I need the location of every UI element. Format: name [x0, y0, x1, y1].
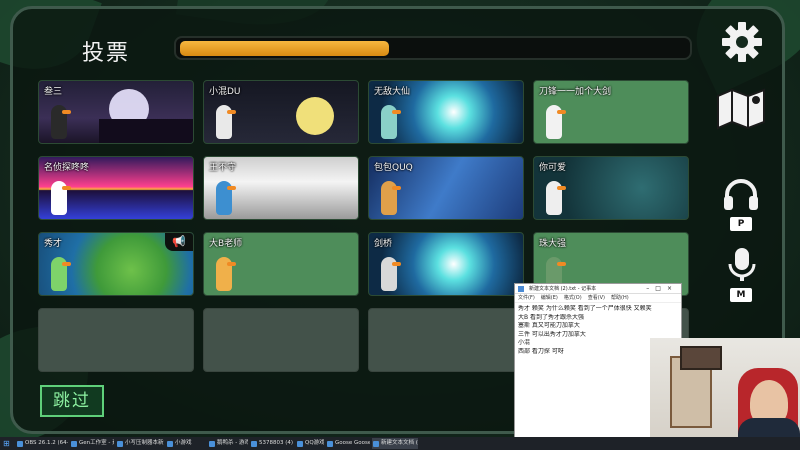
goose-character — [51, 181, 71, 215]
taskbar-app-button[interactable]: OBS 26.1.2 (64-bit... — [16, 438, 68, 449]
push-to-talk-button[interactable] — [722, 178, 760, 216]
player-avatar — [45, 251, 77, 293]
taskbar-app-button[interactable]: 小游戏 — [166, 438, 206, 449]
notepad-text-line: 大B 看到了秀才跟杀大强 — [518, 313, 585, 321]
start-button[interactable]: ⊞ — [3, 439, 12, 448]
player-vote-card[interactable]: 无敌大仙 — [368, 80, 524, 144]
gear-icon — [722, 22, 762, 62]
notepad-text-line: 塞斯 真又可能刀加拿大 — [518, 322, 580, 330]
settings-button[interactable] — [720, 20, 764, 68]
castle-silhouette — [99, 119, 193, 143]
player-vote-card[interactable]: 你可爱 — [533, 156, 689, 220]
goose-character — [216, 181, 236, 215]
microphone-icon — [728, 248, 756, 281]
player-name: 无敌大仙 — [374, 87, 411, 97]
player-avatar — [210, 251, 242, 293]
taskbar-app-button[interactable]: 鹅鸭杀 - 游戏 — [208, 438, 248, 449]
taskbar-app-button[interactable]: Goose Goose Du... — [326, 438, 370, 449]
player-vote-card[interactable]: 秀才 📢 — [38, 232, 194, 296]
empty-player-slot — [368, 308, 524, 372]
player-name: 王不守 — [209, 163, 237, 173]
player-vote-card[interactable]: 剑桥 — [368, 232, 524, 296]
webcam-tv — [680, 346, 722, 370]
taskbar-app-button[interactable]: QQ游戏 — [296, 438, 324, 449]
player-name: 刀锋一一加个大剑 — [539, 87, 612, 97]
player-avatar — [540, 99, 572, 141]
player-name: 叁三 — [44, 87, 63, 97]
notepad-menu-item[interactable]: 查看(V) — [588, 295, 605, 301]
player-name: 珠大强 — [539, 239, 567, 249]
player-vote-card[interactable]: 王不守 — [203, 156, 359, 220]
goose-character — [381, 257, 401, 291]
webcam-overlay — [650, 338, 800, 438]
player-avatar — [375, 99, 407, 141]
player-name: 你可爱 — [539, 163, 567, 173]
goose-character — [51, 105, 71, 139]
player-vote-card[interactable]: 包包QUQ — [368, 156, 524, 220]
player-avatar — [45, 175, 77, 217]
taskbar-app-button[interactable]: Gen工作室 - 素材... — [70, 438, 114, 449]
player-name: 包包QUQ — [374, 163, 413, 173]
notepad-menu-item[interactable]: 帮助(H) — [611, 295, 629, 301]
player-name: 大B老师 — [209, 239, 243, 249]
player-avatar — [540, 175, 572, 217]
player-name: 小混DU — [209, 87, 241, 97]
player-name: 名侦探咚咚 — [44, 163, 90, 173]
notepad-title: 新建文本文档 (2).txt - 记事本 — [529, 286, 597, 292]
goose-character — [216, 105, 236, 139]
taskbar-app-button[interactable]: 5378803 (4) — [250, 438, 294, 449]
headphones-icon — [724, 179, 758, 210]
mic-key: M — [730, 288, 752, 302]
player-avatar — [375, 251, 407, 293]
player-avatar — [45, 99, 77, 141]
page-title: 投票 — [82, 41, 131, 66]
vote-timer-bar — [174, 36, 692, 60]
webcam-person-body — [738, 418, 800, 438]
goose-character — [381, 181, 401, 215]
moon-decoration — [296, 97, 334, 135]
window-controls[interactable]: –□× — [646, 284, 678, 294]
player-avatar — [375, 175, 407, 217]
taskbar-app-button[interactable]: 新建文本文档 (2).t... — [372, 438, 418, 449]
player-avatar — [210, 175, 242, 217]
player-avatar — [210, 99, 242, 141]
notepad-titlebar[interactable]: 新建文本文档 (2).txt - 记事本 –□× — [515, 284, 681, 294]
vote-timer-fill — [180, 41, 390, 56]
empty-player-slot — [38, 308, 194, 372]
map-icon — [717, 88, 765, 130]
goose-character — [381, 105, 401, 139]
map-button[interactable] — [714, 86, 770, 134]
goose-character — [546, 105, 566, 139]
mic-button[interactable] — [726, 246, 758, 288]
player-vote-card[interactable]: 大B老师 — [203, 232, 359, 296]
goose-character — [546, 181, 566, 215]
taskbar-app-button[interactable]: 小写压制器本新文... — [116, 438, 164, 449]
goose-character — [51, 257, 71, 291]
notepad-menu-item[interactable]: 编辑(E) — [541, 295, 558, 301]
empty-player-slot — [203, 308, 359, 372]
skip-vote-button[interactable]: 跳过 — [40, 385, 104, 417]
push-to-talk-key: P — [730, 217, 752, 231]
notepad-menu-item[interactable]: 文件(F) — [518, 295, 535, 301]
os-taskbar: ⊞ OBS 26.1.2 (64-bit...Gen工作室 - 素材...小写压… — [0, 437, 800, 450]
megaphone-icon: 📢 — [165, 233, 193, 251]
player-vote-card[interactable]: 名侦探咚咚 — [38, 156, 194, 220]
player-name: 秀才 — [44, 239, 63, 249]
notepad-menubar: 文件(F) 编辑(E) 格式(O) 查看(V) 帮助(H) — [515, 294, 681, 303]
goose-character — [216, 257, 236, 291]
player-vote-card[interactable]: 刀锋一一加个大剑 — [533, 80, 689, 144]
player-name: 剑桥 — [374, 239, 393, 249]
notepad-text-line: 秀才 赖笑 为什么赖笑 看到了一个尸体很快 又赖笑 — [518, 305, 652, 312]
player-vote-card[interactable]: 小混DU — [203, 80, 359, 144]
notepad-menu-item[interactable]: 格式(O) — [564, 295, 582, 301]
player-vote-card[interactable]: 叁三 — [38, 80, 194, 144]
